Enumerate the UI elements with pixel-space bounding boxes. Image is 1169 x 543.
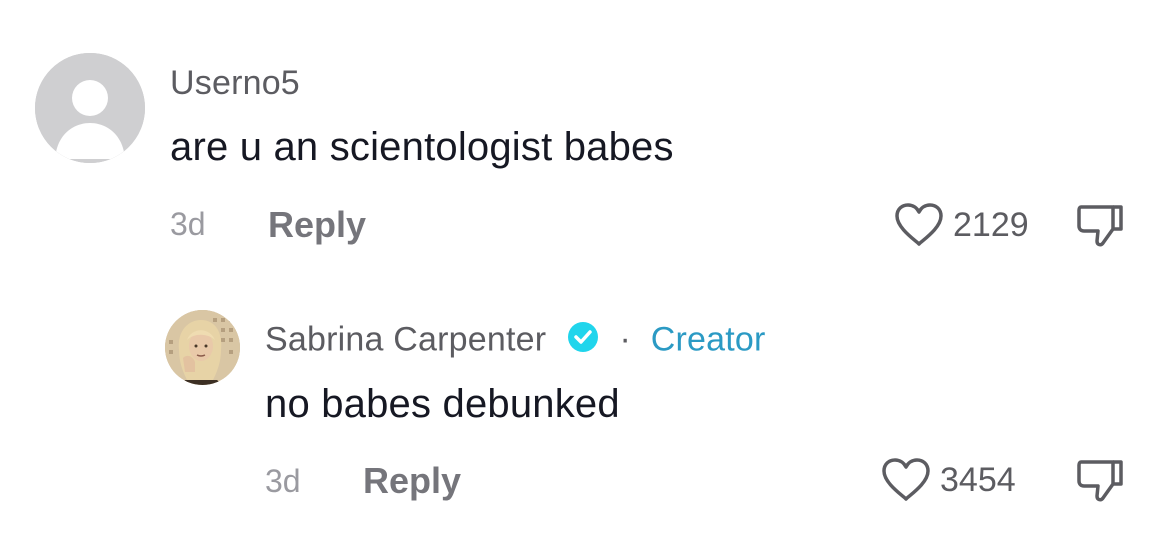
default-avatar-icon bbox=[35, 53, 145, 163]
creator-username[interactable]: Sabrina Carpenter bbox=[265, 320, 546, 358]
verified-badge-icon bbox=[566, 320, 600, 363]
reply-button[interactable]: Reply bbox=[363, 460, 461, 502]
user-avatar[interactable] bbox=[35, 53, 145, 163]
like-count: 3454 bbox=[940, 460, 1016, 499]
like-count: 2129 bbox=[953, 205, 1029, 244]
dislike-button[interactable] bbox=[1075, 201, 1127, 254]
heart-icon bbox=[882, 458, 930, 501]
comment-item: Userno5 are u an scientologist babes 3d … bbox=[0, 0, 1169, 270]
comment-username[interactable]: Userno5 bbox=[170, 64, 300, 103]
badge-separator: · bbox=[619, 320, 632, 359]
creator-badge: Creator bbox=[650, 320, 766, 359]
creator-avatar[interactable] bbox=[165, 310, 240, 385]
comment-age: 3d bbox=[170, 206, 206, 242]
thumbs-down-icon bbox=[1077, 460, 1123, 502]
like-button[interactable]: 2129 bbox=[893, 202, 1029, 248]
profile-photo-avatar bbox=[165, 310, 240, 385]
reply-text: no babes debunked bbox=[265, 382, 620, 426]
dislike-button[interactable] bbox=[1075, 456, 1127, 509]
comment-text: are u an scientologist babes bbox=[170, 125, 674, 169]
reply-username-row: Sabrina Carpenter · Creator bbox=[265, 320, 766, 363]
like-button[interactable]: 3454 bbox=[880, 457, 1016, 503]
reply-item: Sabrina Carpenter · Creator no babes deb… bbox=[0, 270, 1169, 543]
reply-age: 3d bbox=[265, 463, 301, 499]
reply-button[interactable]: Reply bbox=[268, 204, 366, 246]
thumbs-down-icon bbox=[1077, 205, 1123, 247]
heart-icon bbox=[895, 203, 943, 246]
